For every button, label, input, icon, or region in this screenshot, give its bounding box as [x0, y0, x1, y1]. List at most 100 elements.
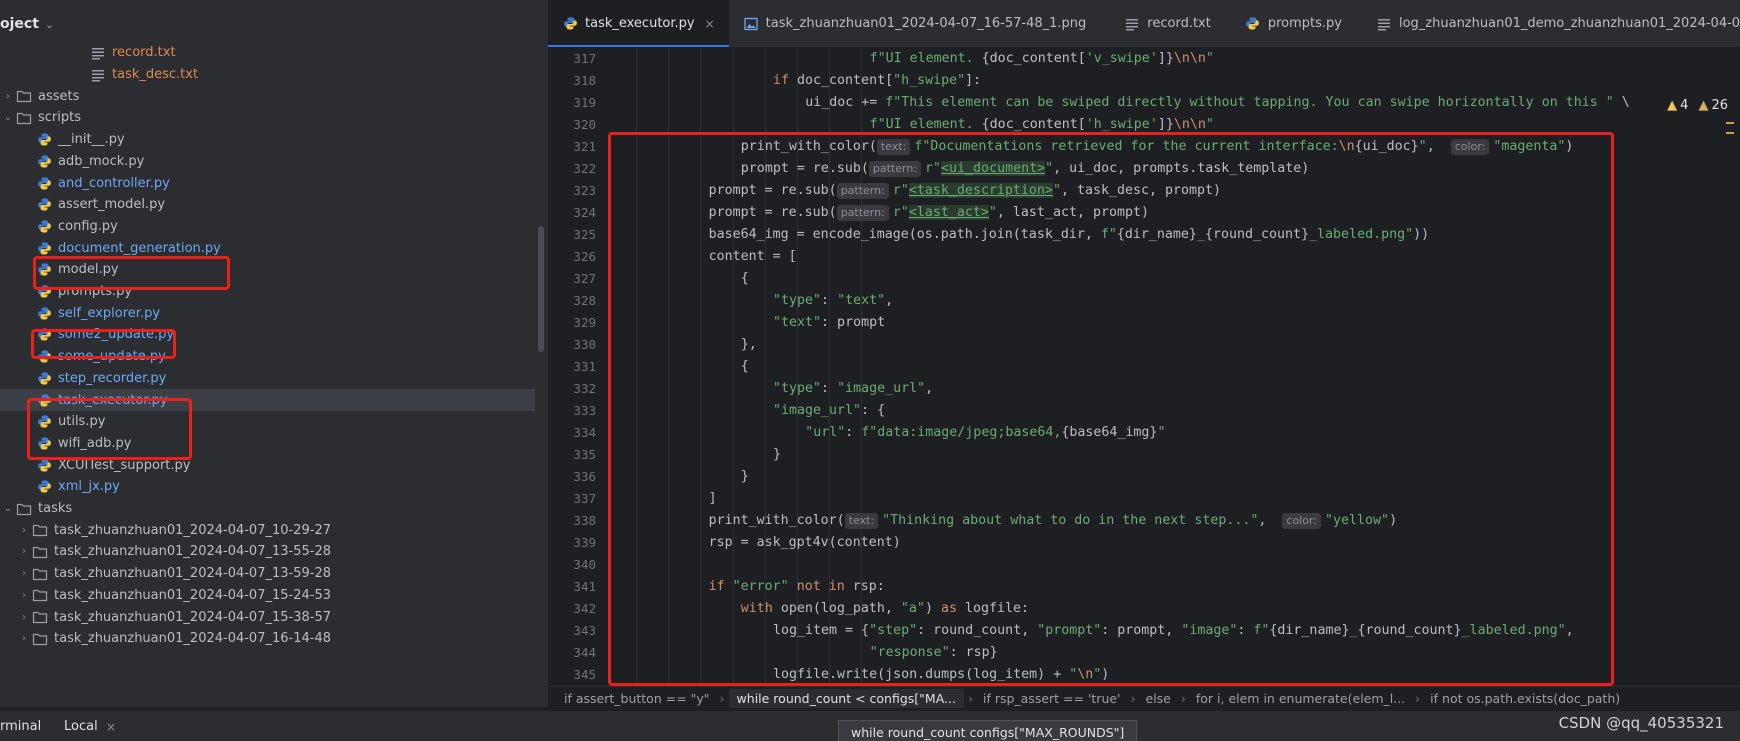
tree-item[interactable]: record.txt	[0, 42, 536, 64]
editor-tab[interactable]: log_zhuanzhuan01_demo_zhuanzhuan01_2024-…	[1362, 0, 1740, 47]
tab-terminal[interactable]: rminal	[0, 719, 41, 734]
code-line[interactable]: },	[741, 334, 757, 356]
code-line[interactable]: {	[741, 268, 749, 290]
tree-item[interactable]: model.py	[0, 259, 536, 281]
tree-item[interactable]: prompts.py	[0, 281, 536, 303]
tree-scrollbar[interactable]	[538, 226, 544, 352]
code-line[interactable]: with open(log_path, "a") as logfile:	[741, 598, 1029, 620]
tree-item[interactable]: › task_zhuanzhuan01_2024-04-07_16-14-48	[0, 628, 536, 650]
code-line[interactable]: if "error" not in rsp:	[709, 576, 885, 598]
tree-item[interactable]: › task_zhuanzhuan01_2024-04-07_13-55-28	[0, 541, 536, 563]
line-number: 339	[573, 535, 596, 550]
tree-item-label: and_controller.py	[58, 175, 170, 191]
chevron-right-icon[interactable]: ›	[16, 525, 32, 536]
line-number: 319	[573, 95, 596, 110]
code-line[interactable]: print_with_color(text: "Thinking about wh…	[709, 510, 1397, 532]
tree-item[interactable]: › task_zhuanzhuan01_2024-04-07_10-29-27	[0, 519, 536, 541]
editor-tab[interactable]: prompts.py	[1231, 0, 1356, 47]
tree-item[interactable]: wifi_adb.py	[0, 433, 536, 455]
chevron-right-icon[interactable]: ›	[0, 91, 16, 102]
tree-item[interactable]: ⌄ scripts	[0, 107, 536, 129]
chevron-down-icon[interactable]: ⌄	[0, 112, 16, 123]
line-number: 343	[573, 623, 596, 638]
tree-item[interactable]: adb_mock.py	[0, 151, 536, 173]
tree-item[interactable]: task_executor.py	[0, 389, 535, 411]
code-line[interactable]: ]	[709, 488, 717, 510]
tree-item[interactable]: some_update.py	[0, 346, 536, 368]
code-line[interactable]: "url": f"data:image/jpeg;base64,{base64_…	[805, 422, 1165, 444]
chevron-right-icon[interactable]: ›	[16, 546, 32, 557]
tree-item[interactable]: and_controller.py	[0, 172, 536, 194]
line-number: 322	[573, 161, 596, 176]
tree-item[interactable]: › assets	[0, 85, 536, 107]
tree-item[interactable]: xml_jx.py	[0, 476, 536, 498]
chevron-right-icon[interactable]: ›	[16, 633, 32, 644]
code-line[interactable]: }	[741, 466, 749, 488]
editor-tab[interactable]: task_zhuanzhuan01_2024-04-07_16-57-48_1.…	[729, 0, 1101, 47]
tree-item[interactable]: task_desc.txt	[0, 64, 536, 86]
code-line[interactable]: prompt = re.sub(pattern: r"<ui_document>"…	[741, 158, 1309, 180]
close-icon[interactable]: ×	[705, 17, 715, 31]
code-area[interactable]: f"UI element. {doc_content['v_swipe']}\n…	[624, 48, 1740, 686]
code-line[interactable]: prompt = re.sub(pattern: r"<last_act>", l…	[709, 202, 1149, 224]
tree-item[interactable]: XCUITest_support.py	[0, 454, 536, 476]
tree-item[interactable]: some2_update.py	[0, 324, 536, 346]
close-icon[interactable]: ×	[106, 720, 116, 734]
tree-item[interactable]: › task_zhuanzhuan01_2024-04-07_15-24-53	[0, 585, 536, 607]
chevron-right-icon[interactable]: ›	[16, 568, 32, 579]
chevron-right-icon[interactable]: ›	[16, 590, 32, 601]
code-line[interactable]: "type": "image_url",	[773, 378, 933, 400]
code-line[interactable]: "image_url": {	[773, 400, 885, 422]
code-line[interactable]: base64_img = encode_image(os.path.join(t…	[709, 224, 1430, 246]
code-line[interactable]: if doc_content["h_swipe"]:	[773, 70, 981, 92]
chevron-down-icon[interactable]: ⌄	[0, 503, 16, 514]
code-line[interactable]: content = [	[709, 246, 797, 268]
code-editor[interactable]: 317 318 319 320 321 322 323 324 325 326 327 328 329 3…	[548, 48, 1740, 686]
inspection-widget[interactable]: ▲ 4 ▲ 26	[1667, 98, 1728, 113]
code-line[interactable]: f"UI element. {doc_content['h_swipe']}\n…	[870, 114, 1214, 136]
tree-item[interactable]: assert_model.py	[0, 194, 536, 216]
code-line[interactable]: "type": "text",	[773, 290, 893, 312]
tree-item[interactable]: step_recorder.py	[0, 368, 536, 390]
code-line[interactable]: }	[773, 444, 781, 466]
breadcrumb-item[interactable]: while round_count < configs["MA...	[728, 689, 964, 708]
breadcrumb-item[interactable]: for i, elem in enumerate(elem_l...	[1190, 691, 1411, 706]
code-line[interactable]: ui_doc += f"This element can be swiped d…	[805, 92, 1630, 114]
tree-item[interactable]: ⌄ tasks	[0, 498, 536, 520]
code-line[interactable]: logfile.write(json.dumps(log_item) + "\n…	[773, 664, 1109, 686]
code-line[interactable]: "text": prompt	[773, 312, 885, 334]
editor-tab[interactable]: record.txt	[1110, 0, 1225, 47]
tree-item[interactable]: › task_zhuanzhuan01_2024-04-07_13-59-28	[0, 563, 536, 585]
breadcrumb-item[interactable]: else	[1140, 691, 1177, 706]
tree-item-label: adb_mock.py	[58, 153, 145, 169]
chevron-right-icon[interactable]: ›	[16, 612, 32, 623]
code-line[interactable]: prompt = re.sub(pattern: r"<task_descript…	[709, 180, 1221, 202]
tree-item[interactable]: self_explorer.py	[0, 302, 536, 324]
breadcrumb-item[interactable]: if not os.path.exists(doc_path)	[1424, 691, 1626, 706]
code-line[interactable]: print_with_color(text: f"Documentations r…	[741, 136, 1573, 158]
breadcrumb-item[interactable]: if assert_button == "y"	[558, 691, 716, 706]
tree-item[interactable]: utils.py	[0, 411, 536, 433]
line-number: 337	[573, 491, 596, 506]
tree-item[interactable]: config.py	[0, 216, 536, 238]
tree-item[interactable]: document_generation.py	[0, 237, 536, 259]
editor-tab[interactable]: task_executor.py ×	[548, 0, 729, 47]
python-file-icon	[36, 175, 52, 191]
tree-item[interactable]: › task_zhuanzhuan01_2024-04-07_15-38-57	[0, 606, 536, 628]
code-line[interactable]: f"UI element. {doc_content['v_swipe']}\n…	[870, 48, 1214, 70]
code-line[interactable]: rsp = ask_gpt4v(content)	[709, 532, 901, 554]
line-number: 340	[573, 557, 596, 572]
text-file-icon	[1376, 16, 1392, 32]
chevron-down-icon[interactable]: ⌄	[45, 18, 54, 31]
code-line[interactable]: "response": rsp}	[870, 642, 998, 664]
code-breadcrumb: if assert_button == "y" › while round_coun…	[548, 686, 1740, 710]
line-number: 318	[573, 73, 596, 88]
line-number: 336	[573, 469, 596, 484]
code-line[interactable]: log_item = {"step": round_count, "prompt…	[773, 620, 1574, 642]
project-header[interactable]: oject ⌄	[0, 0, 548, 48]
python-file-icon	[562, 16, 578, 32]
tab-local[interactable]: Local	[64, 719, 98, 734]
tree-item[interactable]: __init__.py	[0, 129, 536, 151]
code-line[interactable]: {	[741, 356, 749, 378]
breadcrumb-item[interactable]: if rsp_assert == 'true'	[977, 691, 1127, 706]
